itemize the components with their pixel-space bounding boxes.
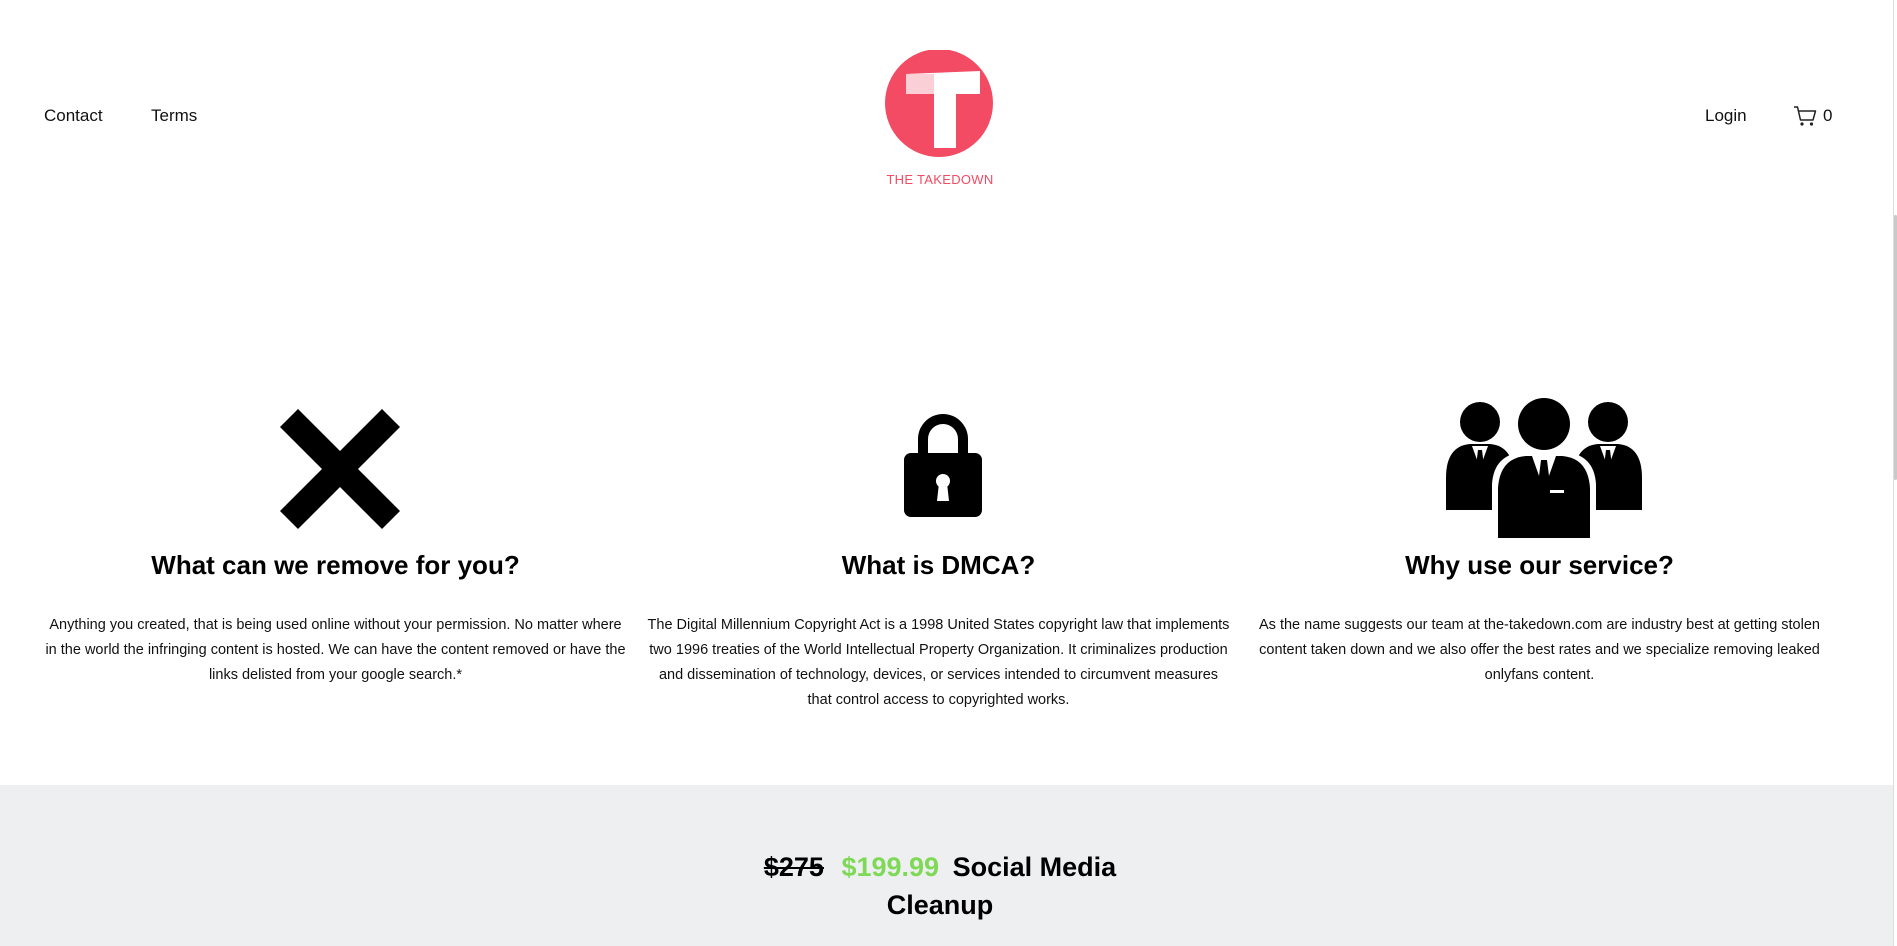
feature-why: Why use our service? As the name suggest… (1247, 395, 1832, 683)
login-link[interactable]: Login (1705, 106, 1747, 126)
feature-text: The Digital Millennium Copyright Act is … (647, 617, 1230, 708)
feature-remove: What can we remove for you? Anything you… (43, 395, 628, 683)
x-icon (279, 409, 400, 529)
cart-button[interactable]: 0 (1793, 104, 1832, 128)
feature-text: Anything you created, that is being used… (45, 617, 626, 683)
brand-logo[interactable]: THE TAKEDOWN (884, 49, 996, 190)
pricing-section: $275 $199.99 Social Media Cleanup (0, 785, 1893, 946)
product-name: Cleanup (886, 890, 994, 920)
old-price: $275 (763, 852, 824, 882)
feature-title: What can we remove for you? (151, 550, 520, 580)
logo-text: THE TAKEDOWN (886, 172, 994, 187)
logo-t-icon (885, 49, 993, 157)
pricing-title: $275 $199.99 Social Media Cleanup (0, 848, 1880, 924)
feature-dmca: What is DMCA? The Digital Millennium Cop… (646, 395, 1231, 708)
page: Contact Terms THE TAKEDOWN Login 0 What … (0, 0, 1893, 946)
product-name-line1: Social Media (952, 852, 1117, 882)
lock-icon (903, 414, 982, 517)
nav-contact-link[interactable]: Contact (44, 106, 103, 126)
feature-title: Why use our service? (1405, 550, 1674, 580)
feature-text: As the name suggests our team at the-tak… (1259, 617, 1820, 683)
cart-icon (1794, 106, 1817, 126)
cart-count: 0 (1823, 106, 1833, 125)
sale-price: $199.99 (841, 852, 940, 882)
nav-terms-link[interactable]: Terms (151, 106, 197, 126)
business-team-icon (1445, 398, 1642, 538)
feature-title: What is DMCA? (841, 550, 1036, 580)
